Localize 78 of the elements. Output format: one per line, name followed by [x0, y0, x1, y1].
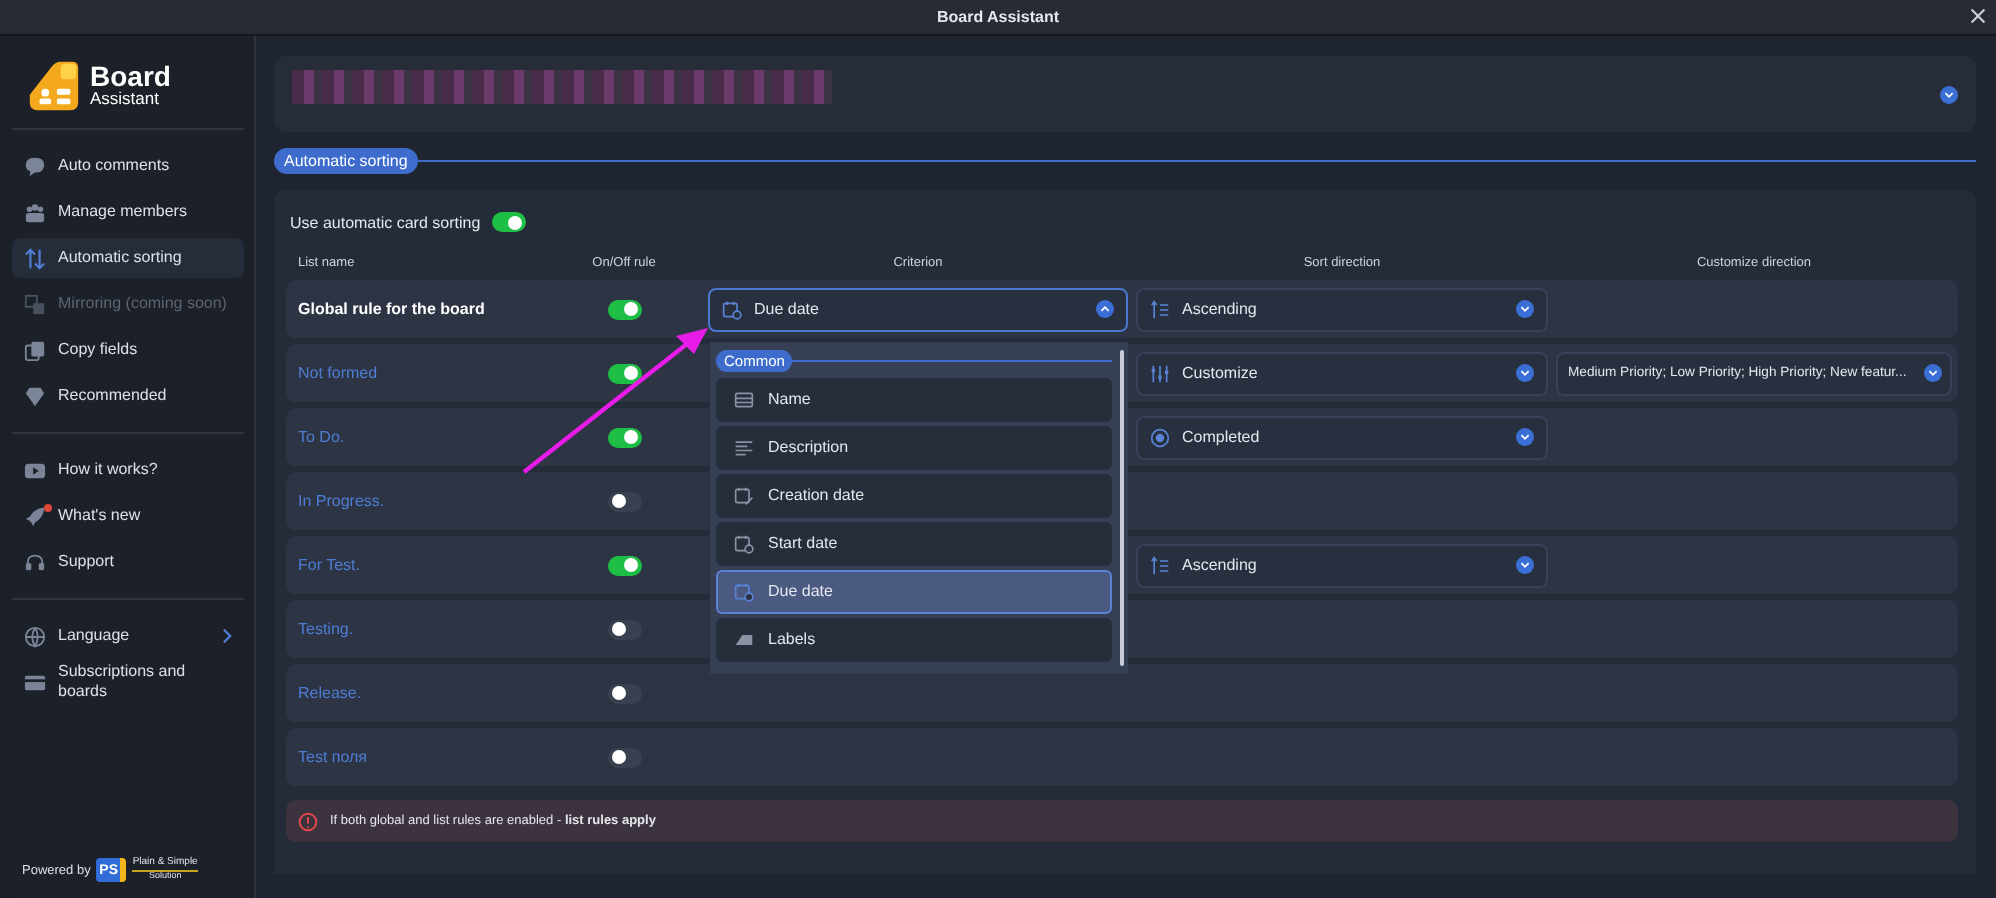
- radio-icon: [1150, 427, 1170, 447]
- toggle-switch[interactable]: [607, 491, 641, 511]
- speech-bubble-icon: [24, 155, 46, 177]
- card-icon: [24, 671, 46, 693]
- logo-icon: [24, 56, 82, 114]
- sort-arrows-icon: [24, 247, 46, 269]
- list-name: Test поля: [298, 748, 369, 766]
- toggle-switch[interactable]: [607, 619, 641, 639]
- sidebar-item[interactable]: Support: [12, 542, 244, 582]
- sidebar-item[interactable]: Manage members: [12, 192, 244, 232]
- toggle-switch[interactable]: [607, 299, 641, 319]
- globe-icon: [24, 625, 46, 647]
- dropdown-option[interactable]: Due date: [716, 569, 1112, 613]
- sidebar-item[interactable]: Subscriptions and boards: [12, 662, 244, 702]
- list-name: In Progress.: [298, 492, 387, 510]
- video-icon: [24, 459, 46, 481]
- sidebar-item[interactable]: Auto comments: [12, 146, 244, 186]
- logo-title: Board: [90, 62, 171, 91]
- copy-icon: [24, 339, 46, 361]
- sidebar-item[interactable]: What's new: [12, 496, 244, 536]
- list-name: Not formed: [298, 364, 380, 382]
- sidebar-item[interactable]: Recommended: [12, 376, 244, 416]
- chevron-down-icon: [1516, 556, 1534, 574]
- chevron-down-icon: [1924, 364, 1942, 382]
- dropdown-option[interactable]: Creation date: [716, 473, 1112, 517]
- info-icon: [298, 811, 318, 831]
- toggle-switch[interactable]: [607, 683, 641, 703]
- dropdown-option[interactable]: Name: [716, 377, 1112, 421]
- mirror-icon: [24, 293, 46, 315]
- sidebar-item[interactable]: Automatic sorting: [12, 238, 244, 278]
- section-label: Automatic sorting: [274, 148, 418, 174]
- toggle-switch[interactable]: [607, 747, 641, 767]
- sort-ascending-icon: [1150, 299, 1170, 319]
- sort-direction-dropdown[interactable]: Customize: [1136, 351, 1548, 395]
- sidebar-item[interactable]: Language: [12, 616, 244, 656]
- text-field-icon: [734, 389, 754, 409]
- sliders-icon: [1150, 363, 1170, 383]
- scrollbar[interactable]: [1120, 349, 1124, 665]
- sort-direction-dropdown[interactable]: Ascending: [1136, 543, 1548, 587]
- sidebar-item[interactable]: Copy fields: [12, 330, 244, 370]
- sort-direction-dropdown[interactable]: Completed: [1136, 415, 1548, 459]
- dropdown-option[interactable]: Labels: [716, 617, 1112, 661]
- dropdown-option[interactable]: Start date: [716, 521, 1112, 565]
- calendar-clock-icon: [734, 533, 754, 553]
- chevron-down-icon: [1940, 85, 1958, 103]
- list-name: For Test.: [298, 556, 362, 574]
- toggle-label: Use automatic card sorting: [290, 213, 481, 231]
- chevron-down-icon: [1516, 428, 1534, 446]
- window-title: Board Assistant: [936, 8, 1060, 26]
- criterion-dropdown[interactable]: Due date: [708, 287, 1128, 331]
- chevron-down-icon: [1516, 300, 1534, 318]
- tag-icon: [734, 629, 754, 649]
- toggle-switch[interactable]: [607, 555, 641, 575]
- chevron-up-icon: [1096, 300, 1114, 318]
- list-name: To Do.: [298, 428, 347, 446]
- chevron-down-icon: [1516, 364, 1534, 382]
- toggle-switch[interactable]: [607, 427, 641, 447]
- logo-subtitle: Assistant: [90, 90, 161, 108]
- headset-icon: [24, 551, 46, 573]
- sidebar-item[interactable]: How it works?: [12, 450, 244, 490]
- gem-icon: [24, 385, 46, 407]
- dropdown-option[interactable]: Description: [716, 425, 1112, 469]
- list-name: Global rule for the board: [298, 300, 487, 318]
- people-icon: [24, 201, 46, 223]
- calendar-clock-icon: [722, 299, 742, 319]
- lines-icon: [734, 437, 754, 457]
- close-icon[interactable]: [1970, 8, 1986, 24]
- calendar-clock-icon: [734, 581, 754, 601]
- sort-ascending-icon: [1150, 555, 1170, 575]
- list-name: Testing.: [298, 620, 356, 638]
- chevron-right-icon: [222, 628, 232, 644]
- toggle-switch[interactable]: [607, 363, 641, 383]
- rocket-icon: [24, 505, 46, 527]
- list-name: Release.: [298, 684, 364, 702]
- notification-dot: [44, 504, 52, 512]
- toggle-switch[interactable]: [492, 212, 527, 232]
- sort-direction-dropdown[interactable]: Ascending: [1136, 287, 1548, 331]
- calendar-pencil-icon: [734, 485, 754, 505]
